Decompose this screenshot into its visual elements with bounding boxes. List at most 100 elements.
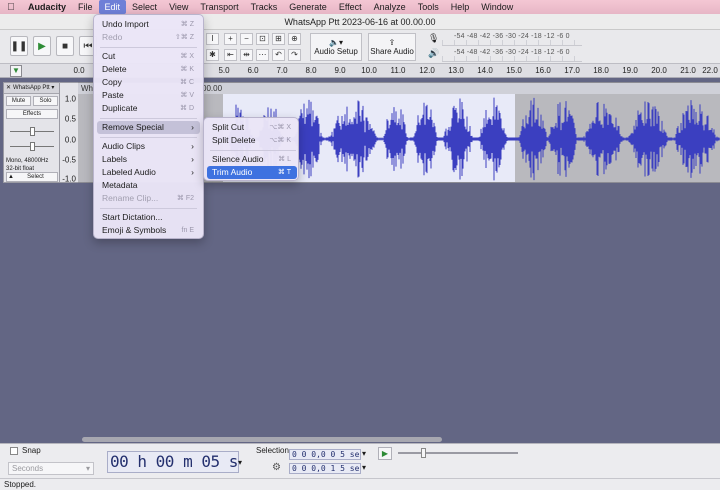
redo-icon[interactable]: ↷ [288,49,301,61]
menu-item-labels[interactable]: Labels › [97,153,200,166]
menu-item-cut[interactable]: Cut ⌘ X [97,50,200,63]
end-format-dropdown-icon[interactable]: ▾ [362,463,366,472]
play-speed-slider[interactable] [398,452,518,454]
share-icon: ⇪ [388,38,396,47]
remove-special-submenu: Split Cut ⌥⌘ X Split Delete ⌥⌘ K Silence A… [203,117,299,181]
menu-view[interactable]: View [163,0,194,14]
select-track-button[interactable]: ▲ Select [6,172,58,182]
menu-item-split-cut[interactable]: Split Cut ⌥⌘ X [207,121,297,134]
start-format-dropdown-icon[interactable]: ▾ [362,449,366,458]
play-button[interactable]: ▶ [33,36,51,56]
playback-meter[interactable] [442,56,582,62]
menu-item-redo: Redo ⇧⌘ Z [102,32,194,42]
pause-button[interactable]: ❚❚ [10,36,28,56]
horizontal-scrollbar[interactable] [82,437,442,442]
menu-item-undo-import[interactable]: Undo Import ⌘ Z [97,18,200,31]
trim-outside-icon[interactable]: ⇤ [224,49,237,61]
ruler-tick: 14.0 [477,66,493,75]
play-start-marker[interactable]: ▼ [10,65,22,77]
ruler-tick: 16.0 [535,66,551,75]
ruler-tick: 15.0 [506,66,522,75]
zoom-in-icon[interactable]: + [224,33,237,45]
sync-lock-icon[interactable]: ⋯ [256,49,269,61]
menu-analyze[interactable]: Analyze [368,0,412,14]
menu-help[interactable]: Help [445,0,476,14]
snap-units-value: Seconds [12,464,44,473]
menu-item-duplicate[interactable]: Duplicate ⌘ D [97,102,200,115]
cursor-tool-icon[interactable]: I [206,33,219,45]
ruler-tick: 10.0 [361,66,377,75]
menu-item-silence-audio[interactable]: Silence Audio ⌘ L [207,153,297,166]
silence-selection-icon[interactable]: ⇹ [240,49,253,61]
menu-tracks[interactable]: Tracks [245,0,284,14]
ruler-tick: 19.0 [622,66,638,75]
time-format-dropdown-icon[interactable]: ▾ [238,458,242,467]
apple-icon[interactable]:  [0,2,22,13]
menu-effect[interactable]: Effect [333,0,368,14]
menu-edit[interactable]: Edit [98,0,127,14]
play-at-speed-button[interactable]: ▶ [378,447,392,460]
menu-item-audio-clips[interactable]: Audio Clips › [97,140,200,153]
fit-project-icon[interactable]: ⊞ [272,33,285,45]
menu-tools[interactable]: Tools [412,0,445,14]
share-audio-button[interactable]: ⇪ Share Audio [368,33,416,61]
selection-end-field[interactable]: 0 0 0,0 1 5 seconds [289,463,361,474]
scale-label: 1.0 [64,94,76,104]
solo-button[interactable]: Solo [33,96,58,106]
collapse-icon[interactable]: ▲ [7,173,14,181]
menu-item-delete[interactable]: Delete ⌘ K [97,63,200,76]
menu-window[interactable]: Window [475,0,519,14]
snap-units-select[interactable]: Seconds ▾ [8,462,94,475]
gain-slider-thumb[interactable] [30,127,35,136]
select-label: Select [27,174,44,180]
multi-tool-icon[interactable]: ✱ [206,49,219,61]
mac-menubar:  Audacity File Edit Select View Transpo… [0,0,720,14]
menu-file[interactable]: File [72,0,99,14]
menu-item-emoji-symbols[interactable]: Emoji & Symbols fn E [97,224,200,237]
menu-transport[interactable]: Transport [194,0,244,14]
menu-audacity[interactable]: Audacity [22,0,72,14]
audio-setup-button[interactable]: 🔈▾ Audio Setup [310,33,362,61]
zoom-toggle-icon[interactable]: ⊕ [288,33,301,45]
selection-toolbar: Snap Seconds ▾ 00 h 00 m 05 s ▾ Selectio… [0,443,720,478]
menu-select[interactable]: Select [126,0,163,14]
menu-item-trim-audio[interactable]: Trim Audio ⌘ T [207,166,297,179]
record-meter[interactable] [442,40,582,46]
ruler-tick: 22.0 [702,66,718,75]
selection-start-field[interactable]: 0 0 0,0 0 5 seconds [289,449,361,460]
track-control-panel: WhatsApp Ptt ▾ ✕ Mute Solo Effects Mono,… [3,82,60,183]
menu-separator [100,47,197,48]
undo-icon[interactable]: ↶ [272,49,285,61]
close-track-icon[interactable]: ✕ [6,83,11,94]
ruler-tick: 12.0 [419,66,435,75]
status-bar: Stopped. [0,478,720,490]
zoom-out-icon[interactable]: − [240,33,253,45]
track-name-label: WhatsApp Ptt [13,85,50,91]
mute-button[interactable]: Mute [6,96,31,106]
snap-checkbox[interactable] [10,446,18,455]
menu-item-labeled-audio[interactable]: Labeled Audio › [97,166,200,179]
fit-selection-icon[interactable]: ⊡ [256,33,269,45]
effects-button[interactable]: Effects [6,109,58,119]
play-speed-thumb[interactable] [421,448,426,458]
time-display[interactable]: 00 h 00 m 05 s [107,451,239,473]
menu-generate[interactable]: Generate [283,0,333,14]
ruler-tick: 11.0 [390,66,406,75]
ruler-tick: 0.0 [73,66,85,75]
menu-item-paste[interactable]: Paste ⌘ V [97,89,200,102]
gear-icon[interactable]: ⚙ [272,462,281,473]
share-audio-label: Share Audio [370,47,414,56]
menu-item-remove-special[interactable]: Remove Special › [97,121,200,134]
snap-toggle[interactable]: Snap [10,446,41,455]
record-meter-scale: -54 -48 -42 -36 -30 -24 -18 -12 -6 0 [454,33,570,40]
menu-item-metadata[interactable]: Metadata [97,179,200,192]
record-meter-icon: 🎙 [428,33,440,43]
clip-name-tail: 00.00 [202,84,223,93]
menu-item-start-dictation[interactable]: Start Dictation... [97,211,200,224]
pan-slider-thumb[interactable] [30,142,35,151]
track-name[interactable]: WhatsApp Ptt ▾ [4,83,59,94]
menu-item-copy[interactable]: Copy ⌘ C [97,76,200,89]
menu-item-split-delete[interactable]: Split Delete ⌥⌘ K [207,134,297,147]
stop-button[interactable]: ■ [56,36,74,56]
ruler-tick: 5.0 [218,66,230,75]
